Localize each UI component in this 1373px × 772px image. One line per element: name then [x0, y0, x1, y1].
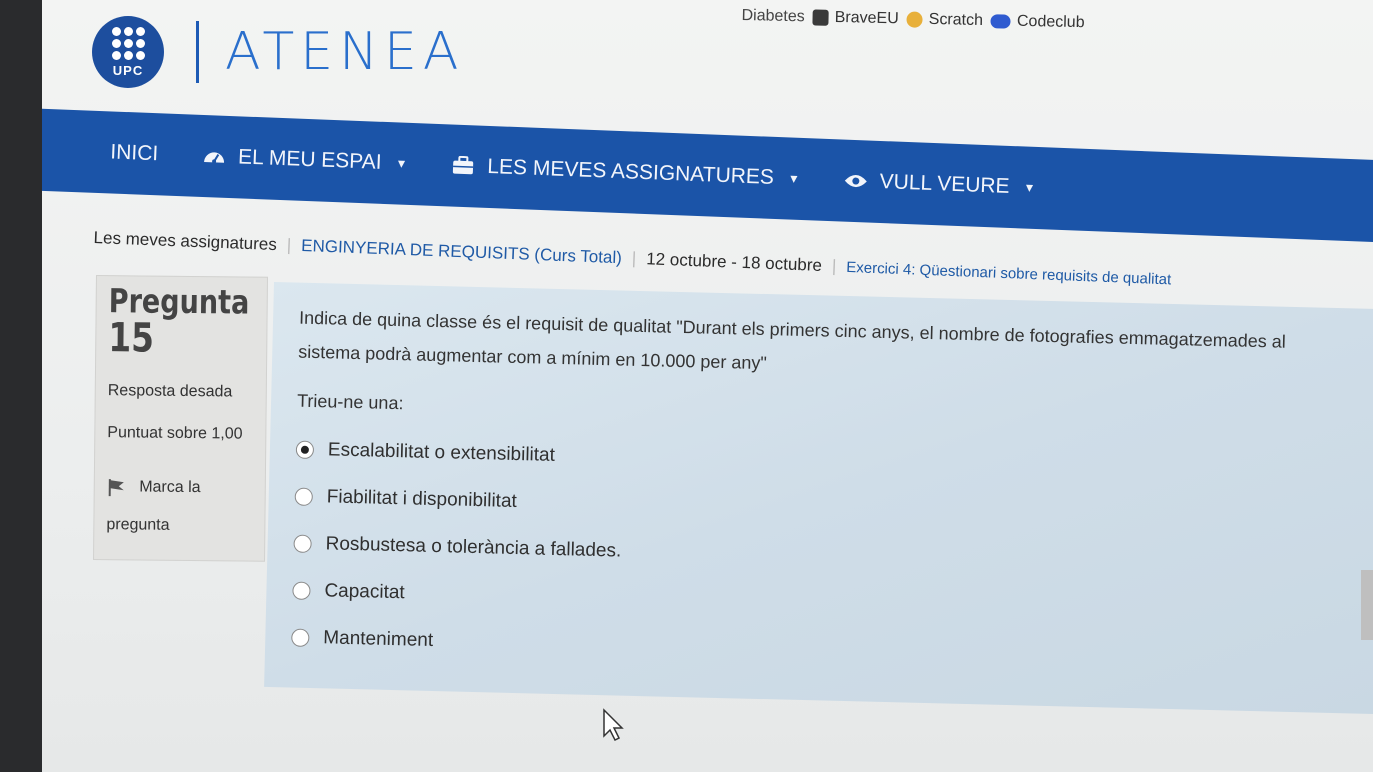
chevron-down-icon: ▼	[395, 156, 408, 171]
option-label: Capacitat	[324, 579, 405, 603]
logo-text: UPC	[112, 62, 144, 78]
option-label: Manteniment	[323, 626, 434, 651]
nav-label: EL MEU ESPAI	[237, 145, 383, 174]
nav-vull-veure[interactable]: VULL VEURE ▼	[843, 169, 1036, 200]
flag-question-link[interactable]: Marca la pregunta	[106, 468, 253, 546]
scrollbar[interactable]	[1361, 570, 1373, 640]
breadcrumb-item[interactable]: 12 octubre - 18 octubre	[646, 249, 822, 276]
question-number: 15	[108, 315, 155, 362]
site-header: UPC ATENEA	[92, 2, 464, 102]
bookmark-scratch[interactable]: Scratch	[906, 10, 984, 30]
nav-label: LES MEVES ASSIGNATURES	[486, 154, 775, 189]
breadcrumb-separator: |	[631, 248, 637, 268]
site-name[interactable]: ATENEA	[225, 22, 464, 82]
eye-icon	[844, 175, 867, 188]
radio-button[interactable]	[294, 487, 313, 506]
dashboard-icon	[203, 152, 224, 164]
question-text: Indica de quina classe és el requisit de…	[298, 307, 1286, 374]
nav-label: INICI	[109, 140, 159, 166]
answer-status: Resposta desada	[107, 382, 233, 401]
chevron-down-icon: ▼	[787, 171, 800, 186]
bookmark-label: Codeclub	[1016, 12, 1085, 32]
mouse-pointer-icon	[603, 708, 624, 742]
bookmark-braveeu[interactable]: BraveEU	[812, 8, 899, 28]
breadcrumb-item[interactable]: ENGINYERIA DE REQUISITS (Curs Total)	[301, 236, 622, 268]
breadcrumb-item[interactable]: Exercici 4: Qüestionari sobre requisits …	[846, 258, 1172, 287]
bookmark-codeclub[interactable]: Codeclub	[990, 12, 1085, 32]
browser-screen: Diabetes BraveEU Scratch Codeclub UPC AT…	[42, 0, 1373, 772]
breadcrumb-item[interactable]: Les meves assignatures	[93, 228, 277, 255]
question-label: Pregunta	[108, 281, 250, 322]
radio-button[interactable]	[291, 628, 310, 647]
chevron-down-icon: ▼	[1023, 180, 1036, 195]
option-label: Rosbustesa o tolerància a fallades.	[325, 532, 622, 562]
bookmark-label: Scratch	[928, 10, 984, 30]
bookmarks-bar: Diabetes BraveEU Scratch Codeclub	[741, 0, 1085, 43]
bookmark-label: BraveEU	[834, 8, 899, 28]
question-panel: Indica de quina classe és el requisit de…	[264, 282, 1373, 714]
nav-inici[interactable]: INICI	[110, 140, 159, 166]
nav-les-meves-assignatures[interactable]: LES MEVES ASSIGNATURES ▼	[451, 154, 800, 191]
radio-button[interactable]	[293, 534, 312, 553]
breadcrumb-separator: |	[286, 235, 292, 255]
briefcase-icon	[453, 155, 474, 175]
answer-options: Escalabilitat o extensibilitat Fiabilita…	[291, 426, 1354, 687]
option-label: Fiabilitat i disponibilitat	[326, 485, 518, 512]
nav-el-meu-espai[interactable]: EL MEU ESPAI ▼	[202, 144, 408, 176]
radio-button[interactable]	[292, 581, 311, 600]
main-navbar: INICI EL MEU ESPAI ▼ LES MEVES ASSIGNATU…	[42, 108, 1373, 244]
question-info-panel: Pregunta 15 Resposta desada Puntuat sobr…	[93, 275, 268, 562]
nav-label: VULL VEURE	[879, 169, 1010, 198]
logo-dots	[111, 26, 145, 60]
question-score: Puntuat sobre 1,00	[107, 424, 243, 443]
bookmark-diabetes[interactable]: Diabetes	[741, 6, 805, 26]
option-label: Escalabilitat o extensibilitat	[327, 438, 556, 466]
brave-icon	[812, 9, 829, 26]
breadcrumb-separator: |	[831, 256, 837, 276]
logo-divider	[196, 21, 199, 83]
scratch-icon	[906, 11, 923, 28]
bookmark-label: Diabetes	[741, 6, 805, 26]
flag-icon	[108, 478, 124, 496]
radio-button-selected[interactable]	[295, 440, 315, 459]
upc-logo[interactable]: UPC	[92, 16, 164, 88]
codeclub-icon	[990, 14, 1012, 29]
